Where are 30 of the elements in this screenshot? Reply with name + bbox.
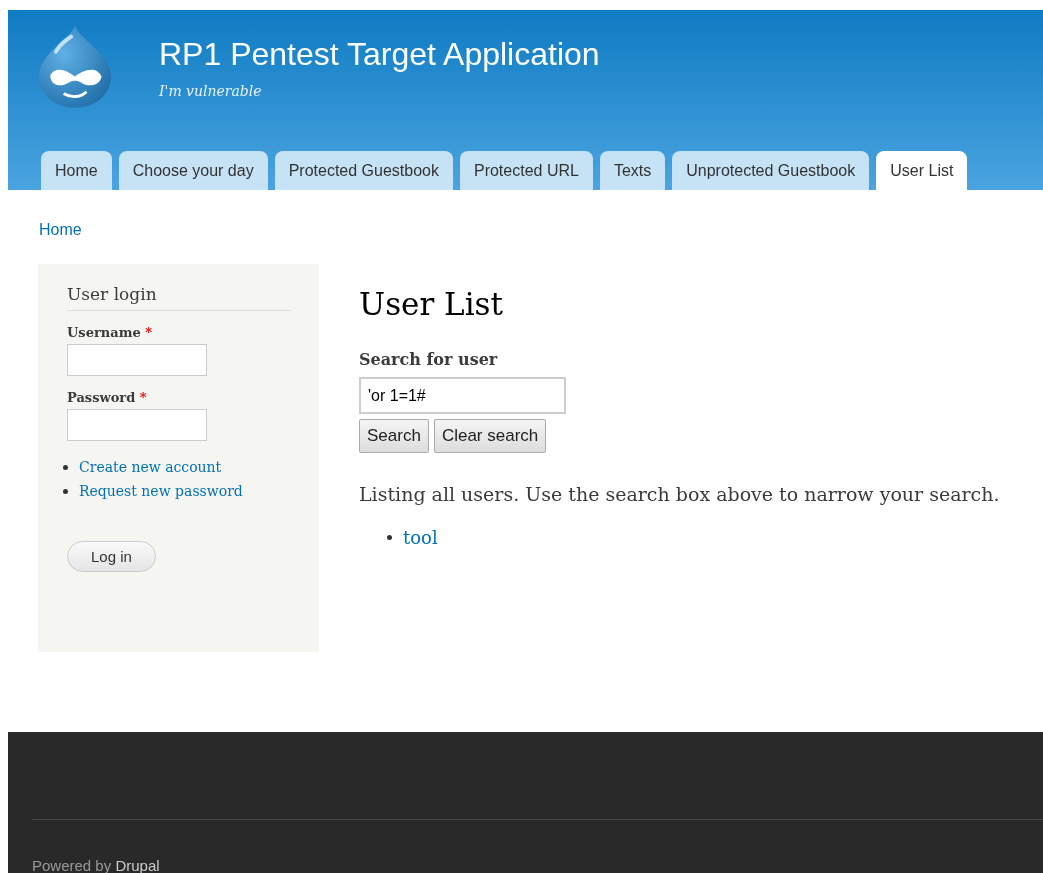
- input-field[interactable]: [67, 344, 207, 376]
- page-title: User List: [359, 286, 504, 322]
- required-mark: *: [139, 390, 147, 405]
- field-label: Username: [67, 325, 141, 340]
- breadcrumb-link[interactable]: Home: [39, 221, 82, 238]
- field-label: Password: [67, 390, 136, 405]
- search-field[interactable]: 'or 1=1#: [359, 377, 566, 414]
- nav-tab[interactable]: Unprotected Guestbook: [672, 151, 870, 190]
- message-text: Listing all users. Use the search box above to narrow your search.: [359, 483, 1000, 505]
- field-label: Search for user: [359, 350, 499, 369]
- bullet-icon: [63, 464, 68, 470]
- nav-tab[interactable]: Texts: [599, 151, 666, 190]
- required-mark: *: [145, 325, 153, 340]
- site-slogan: I'm vulnerable: [159, 83, 263, 99]
- bullet-icon: [63, 488, 68, 494]
- bullet-icon: [387, 535, 392, 540]
- nav-tab[interactable]: Home: [41, 151, 112, 190]
- panel-title: User login: [67, 284, 291, 311]
- user-link[interactable]: tool: [403, 527, 438, 548]
- nav-tab[interactable]: Protected URL: [459, 151, 593, 190]
- form-button[interactable]: Clear search: [433, 419, 547, 453]
- nav-tab[interactable]: Protected Guestbook: [274, 151, 453, 190]
- site-name[interactable]: RP1 Pentest Target Application: [159, 36, 600, 73]
- nav-tab[interactable]: Choose your day: [118, 151, 268, 190]
- nav-tab[interactable]: User List: [876, 151, 968, 190]
- login-button[interactable]: Log in: [67, 541, 156, 572]
- account-link[interactable]: Create new account: [79, 459, 222, 475]
- input-field[interactable]: [67, 409, 207, 441]
- account-link[interactable]: Request new password: [79, 483, 243, 499]
- form-button[interactable]: Search: [359, 419, 429, 453]
